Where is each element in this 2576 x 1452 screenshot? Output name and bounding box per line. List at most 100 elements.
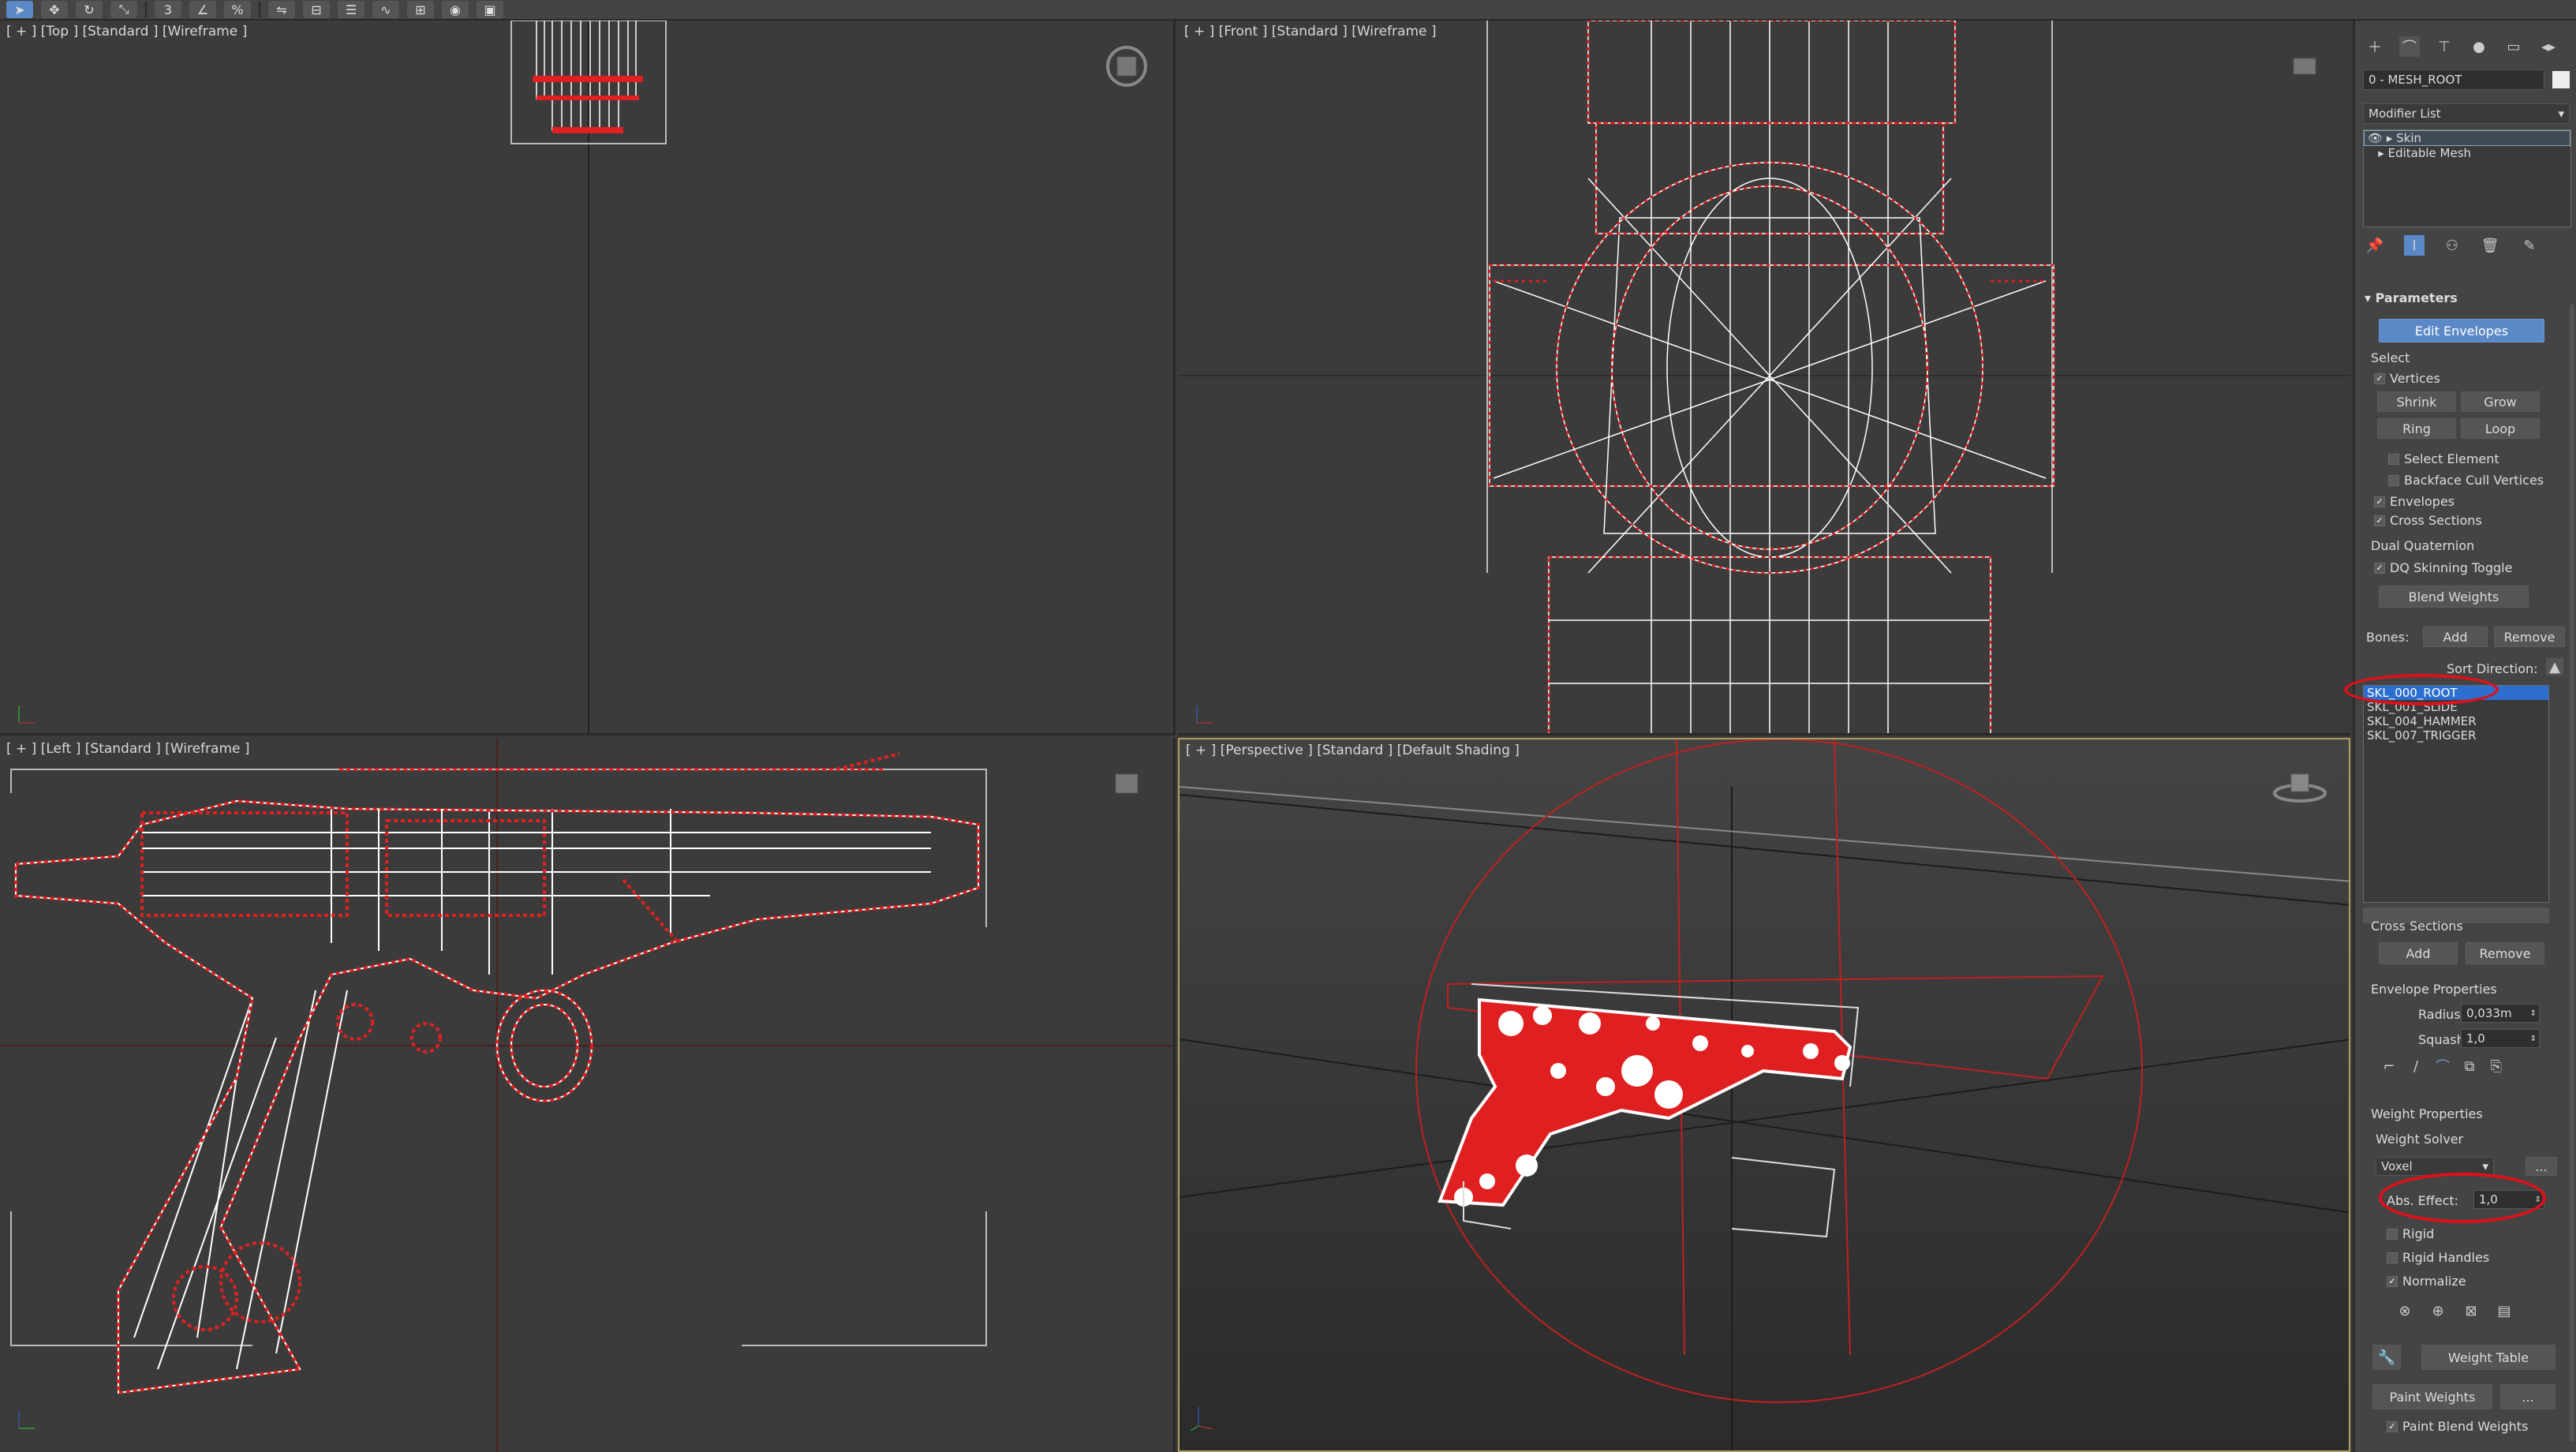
snap-icon[interactable]: 3 <box>155 1 181 18</box>
viewport-top[interactable]: [ + ] [Top ] [Standard ] [Wireframe ] <box>0 21 1176 735</box>
motion-tab-icon[interactable]: ● <box>2469 36 2489 57</box>
create-tab-icon[interactable]: ＋ <box>2365 36 2385 57</box>
cross-sections-add-button[interactable]: Add <box>2379 942 2458 964</box>
envelope-properties-title: Envelope Properties <box>2371 982 2497 997</box>
squash-spinner[interactable]: 1,0 ⇕ <box>2461 1029 2540 1048</box>
viewport-left[interactable]: [ + ] [Left ] [Standard ] [Wireframe ] <box>0 738 1176 1452</box>
rotate-icon[interactable]: ↻ <box>76 1 103 18</box>
checkbox-label: Normalize <box>2402 1274 2466 1289</box>
scale-icon[interactable]: ⤡ <box>110 1 137 18</box>
solver-value: Voxel <box>2381 1159 2413 1173</box>
viewcube-icon[interactable] <box>1105 762 1149 806</box>
vertices-checkbox[interactable]: ✓ Vertices <box>2374 371 2440 386</box>
absolute-falloff-icon[interactable]: ⌐ <box>2379 1056 2399 1076</box>
bones-label: Bones: <box>2366 630 2410 645</box>
axis-tripod-icon <box>11 1405 43 1436</box>
fast-falloff-icon[interactable]: ⌒ <box>2432 1056 2453 1076</box>
blend-weights-button[interactable]: Blend Weights <box>2379 586 2529 608</box>
stack-item-skin[interactable]: 👁 ▸ Skin <box>2364 130 2570 146</box>
configure-sets-icon[interactable]: ✎ <box>2519 235 2540 256</box>
sort-arrow-icon[interactable]: ▲ <box>2546 658 2563 675</box>
axis-tripod-icon <box>1189 699 1221 731</box>
perspective-view-scene <box>1180 739 2349 1450</box>
envelopes-checkbox[interactable]: ✓ Envelopes <box>2374 494 2454 509</box>
weight-tool-icon[interactable]: 🔧 <box>2372 1345 2401 1370</box>
rigid-checkbox[interactable]: Rigid <box>2387 1226 2434 1241</box>
viewport-label[interactable]: [ + ] [Left ] [Standard ] [Wireframe ] <box>6 741 250 757</box>
cross-sections-title: Cross Sections <box>2371 919 2463 934</box>
remove-modifier-icon[interactable]: 🗑 <box>2480 235 2500 256</box>
panel-scrollbar[interactable] <box>2570 305 2574 1441</box>
show-end-result-icon[interactable]: I <box>2404 235 2425 256</box>
viewport-label[interactable]: [ + ] [Front ] [Standard ] [Wireframe ] <box>1184 24 1437 39</box>
paint-blend-weights-checkbox[interactable]: ✓ Paint Blend Weights <box>2387 1419 2528 1434</box>
schematic-icon[interactable]: ⊞ <box>407 1 434 18</box>
solver-options-button[interactable]: ... <box>2526 1157 2557 1176</box>
angle-snap-icon[interactable]: ∠ <box>189 1 216 18</box>
viewport-label[interactable]: [ + ] [Top ] [Standard ] [Wireframe ] <box>6 24 247 39</box>
paste-envelope-icon[interactable]: ⎘ <box>2486 1056 2507 1076</box>
pin-stack-icon[interactable]: 📌 <box>2365 235 2385 256</box>
axis-tripod-icon <box>1187 1402 1219 1434</box>
viewcube-icon[interactable] <box>2283 44 2327 88</box>
exclude-verts-icon[interactable]: ⊗ <box>2395 1300 2415 1321</box>
hierarchy-tab-icon[interactable]: ⊤ <box>2434 36 2454 57</box>
viewcube-icon[interactable] <box>1105 44 1149 88</box>
backface-cull-checkbox[interactable]: Backface Cull Vertices <box>2388 473 2544 488</box>
checkbox-box: ✓ <box>2374 562 2385 574</box>
viewport-label[interactable]: [ + ] [Perspective ] [Standard ] [Defaul… <box>1186 743 1520 758</box>
curve-editor-icon[interactable]: ∿ <box>372 1 399 18</box>
paint-options-button[interactable]: ... <box>2500 1384 2555 1409</box>
annotation-ellipse <box>2344 674 2499 705</box>
make-unique-icon[interactable]: ⚇ <box>2442 235 2462 256</box>
normalize-checkbox[interactable]: ✓ Normalize <box>2387 1274 2466 1289</box>
copy-envelope-icon[interactable]: ⧉ <box>2459 1056 2480 1076</box>
material-icon[interactable]: ◉ <box>442 1 469 18</box>
display-tab-icon[interactable]: ▭ <box>2503 36 2524 57</box>
percent-snap-icon[interactable]: % <box>224 1 251 18</box>
viewport-front[interactable]: [ + ] [Front ] [Standard ] [Wireframe ] <box>1178 21 2350 735</box>
viewcube-icon[interactable] <box>2272 763 2327 807</box>
grow-button[interactable]: Grow <box>2461 391 2540 412</box>
modifier-list-dropdown[interactable]: Modifier List ▾ <box>2363 103 2570 124</box>
loop-button[interactable]: Loop <box>2461 418 2540 439</box>
modify-tab-icon[interactable]: ⌒ <box>2399 36 2420 57</box>
object-color-swatch[interactable] <box>2552 71 2570 88</box>
paint-weights-button[interactable]: Paint Weights <box>2372 1384 2492 1409</box>
radius-spinner[interactable]: 0,033m ⇕ <box>2461 1004 2540 1023</box>
object-name-field[interactable]: 0 - MESH_ROOT <box>2363 69 2544 90</box>
cross-sections-remove-button[interactable]: Remove <box>2466 942 2544 964</box>
rigid-handles-checkbox[interactable]: Rigid Handles <box>2387 1250 2489 1265</box>
edit-envelopes-button[interactable]: Edit Envelopes <box>2379 319 2544 342</box>
render-icon[interactable]: ▣ <box>477 1 503 18</box>
linear-falloff-icon[interactable]: / <box>2406 1056 2426 1076</box>
utilities-tab-icon[interactable]: ◂▸ <box>2538 36 2559 57</box>
cross-sections-checkbox[interactable]: ✓ Cross Sections <box>2374 513 2482 528</box>
bone-list-item[interactable]: SKL_007_TRIGGER <box>2364 728 2548 743</box>
front-view-wireframe <box>1178 21 2350 733</box>
align-icon[interactable]: ⊟ <box>303 1 330 18</box>
layer-icon[interactable]: ☰ <box>338 1 365 18</box>
mirror-icon[interactable]: ⇋ <box>268 1 295 18</box>
spinner-arrows-icon[interactable]: ⇕ <box>2530 1035 2537 1043</box>
select-excluded-icon[interactable]: ⊠ <box>2461 1300 2481 1321</box>
select-element-checkbox[interactable]: Select Element <box>2388 451 2499 466</box>
toolbar-divider <box>145 2 147 17</box>
bake-weights-icon[interactable]: ▤ <box>2494 1300 2514 1321</box>
dq-skinning-checkbox[interactable]: ✓ DQ Skinning Toggle <box>2374 560 2512 575</box>
ring-button[interactable]: Ring <box>2377 418 2456 439</box>
spinner-arrows-icon[interactable]: ⇕ <box>2530 1009 2537 1018</box>
stack-item-editable-mesh[interactable]: ▸ Editable Mesh <box>2364 146 2570 160</box>
include-verts-icon[interactable]: ⊕ <box>2428 1300 2448 1321</box>
bone-list-item[interactable]: SKL_004_HAMMER <box>2364 714 2548 728</box>
eye-icon[interactable]: 👁 <box>2368 131 2383 145</box>
weight-properties-title: Weight Properties <box>2371 1106 2483 1121</box>
move-icon[interactable]: ✥ <box>41 1 68 18</box>
parameters-rollout-title[interactable]: ▾ Parameters <box>2365 290 2458 305</box>
weight-table-button[interactable]: Weight Table <box>2421 1345 2555 1370</box>
bones-add-button[interactable]: Add <box>2423 627 2488 647</box>
viewport-perspective[interactable]: [ + ] [Perspective ] [Standard ] [Defaul… <box>1178 738 2350 1452</box>
select-icon[interactable]: ➤ <box>6 1 33 18</box>
shrink-button[interactable]: Shrink <box>2377 391 2456 412</box>
bones-remove-button[interactable]: Remove <box>2494 627 2565 647</box>
